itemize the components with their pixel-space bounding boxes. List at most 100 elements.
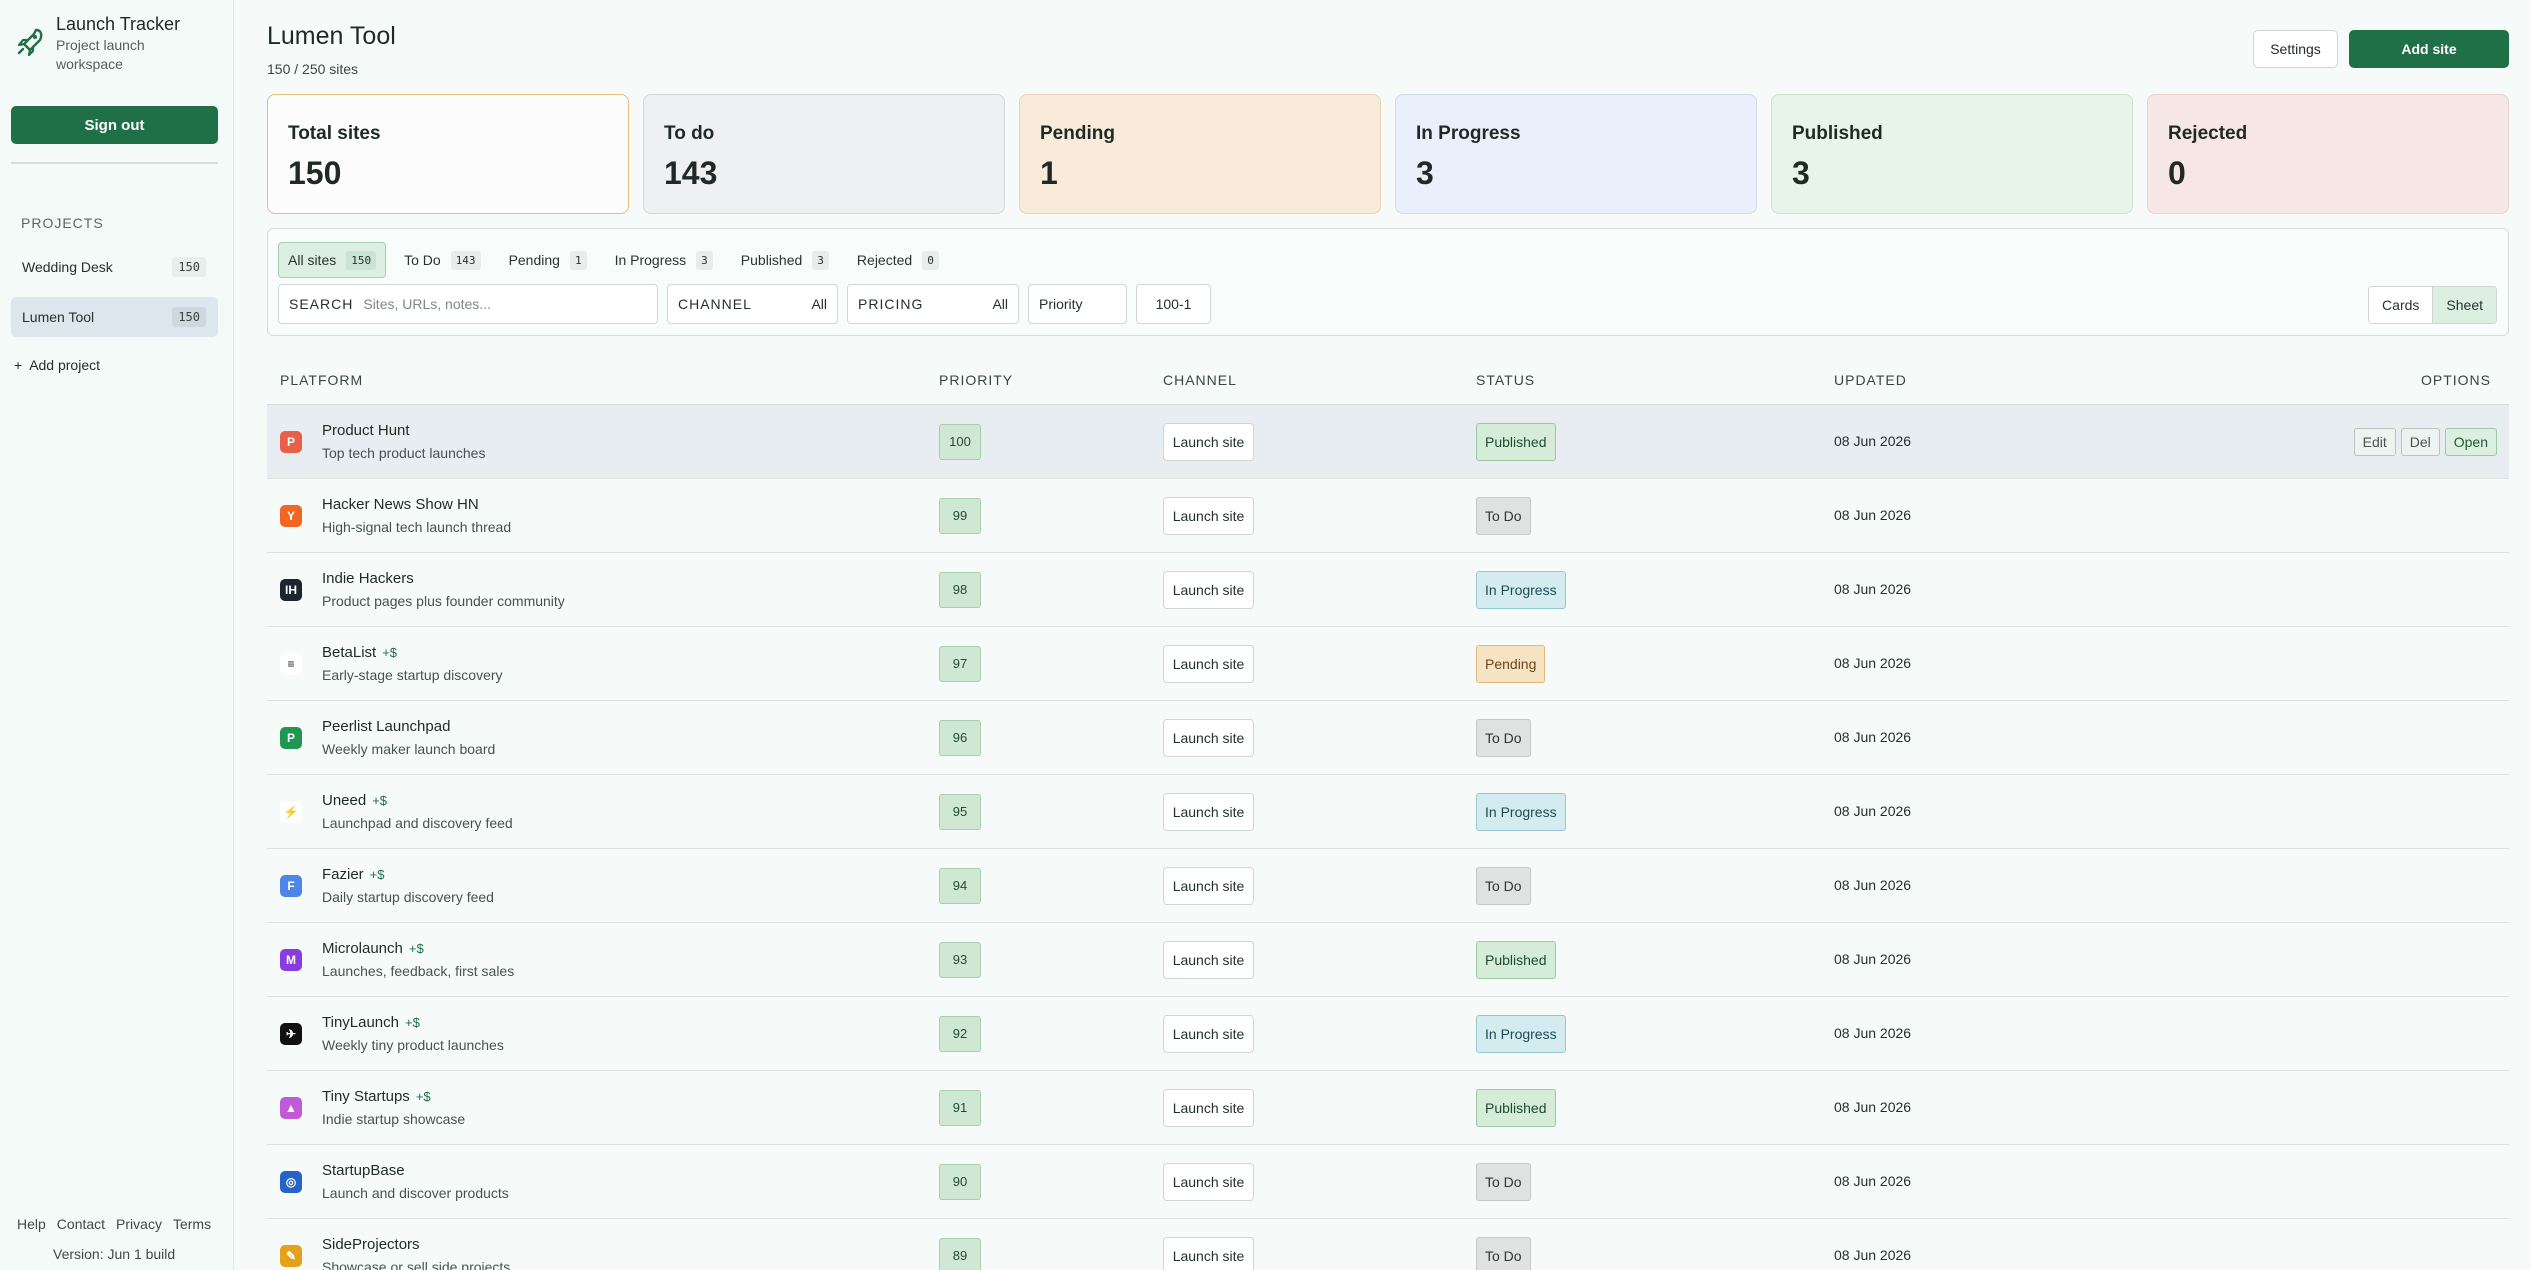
updated-date: 08 Jun 2026 xyxy=(1834,803,1912,819)
cards-view-button[interactable]: Cards xyxy=(2369,287,2433,323)
status-badge[interactable]: Published xyxy=(1476,940,1556,979)
tab-pending[interactable]: Pending 1 xyxy=(499,242,597,278)
contact-link[interactable]: Contact xyxy=(57,1216,105,1232)
channel-button[interactable]: Launch site xyxy=(1163,1088,1254,1127)
priority-label: Priority xyxy=(1039,296,1083,312)
col-header-updated[interactable]: UPDATED xyxy=(1834,372,2314,388)
product-hunt-icon: P xyxy=(280,430,302,453)
status-badge[interactable]: In Progress xyxy=(1476,570,1566,609)
add-project-button[interactable]: + Add project xyxy=(14,357,100,373)
edit-button[interactable]: Edit xyxy=(2353,427,2396,456)
search-label: SEARCH xyxy=(289,296,354,312)
platform-info: Microlaunch +$ Launches, feedback, first s… xyxy=(322,940,514,979)
table-row[interactable]: P Peerlist Launchpad Weekly maker launch b… xyxy=(267,701,2509,775)
updated-date: 08 Jun 2026 xyxy=(1834,581,1912,597)
status-badge[interactable]: In Progress xyxy=(1476,1014,1566,1053)
plus-icon: + xyxy=(14,357,23,373)
table-row[interactable]: F Fazier +$ Daily startup discovery feed 94 L… xyxy=(267,849,2509,923)
terms-link[interactable]: Terms xyxy=(173,1216,211,1232)
channel-button[interactable]: Launch site xyxy=(1163,1236,1254,1270)
sideprojectors-icon: ✎ xyxy=(280,1244,302,1267)
footer-links: Help Contact Privacy Terms xyxy=(17,1216,211,1232)
sheet-view-button[interactable]: Sheet xyxy=(2432,287,2496,323)
sidebar-project-wedding-desk[interactable]: Wedding Desk 150 xyxy=(11,247,218,287)
status-badge[interactable]: Published xyxy=(1476,422,1556,461)
status-badge[interactable]: To Do xyxy=(1476,1236,1531,1270)
channel-button[interactable]: Launch site xyxy=(1163,496,1254,535)
priority-sort-select[interactable]: Priority xyxy=(1028,284,1127,324)
rocket-logo-icon xyxy=(17,28,43,57)
col-header-platform[interactable]: PLATFORM xyxy=(267,372,939,388)
channel-select[interactable]: CHANNEL All xyxy=(667,284,838,324)
platform-name-text: Tiny Startups xyxy=(322,1088,410,1105)
channel-button[interactable]: Launch site xyxy=(1163,866,1254,905)
channel-button[interactable]: Launch site xyxy=(1163,792,1254,831)
platform-name-text: BetaList xyxy=(322,644,377,661)
table-row[interactable]: ◎ StartupBase Launch and discover products… xyxy=(267,1145,2509,1219)
search-input[interactable]: SEARCH Sites, URLs, notes... xyxy=(278,284,658,324)
platform-name: StartupBase xyxy=(322,1162,509,1179)
paid-badge: +$ xyxy=(369,867,385,882)
priority-badge: 92 xyxy=(939,1015,981,1052)
platform-name: Tiny Startups +$ xyxy=(322,1088,465,1105)
pricing-value: All xyxy=(992,296,1008,312)
platform-description: Launches, feedback, first sales xyxy=(322,963,515,979)
settings-button[interactable]: Settings xyxy=(2253,30,2338,68)
channel-cell: Launch site xyxy=(1163,644,1476,683)
table-row[interactable]: ≡ BetaList +$ Early-stage startup discovery… xyxy=(267,627,2509,701)
sidebar-project-lumen-tool[interactable]: Lumen Tool 150 xyxy=(11,297,218,337)
channel-button[interactable]: Launch site xyxy=(1163,422,1254,461)
sign-out-button[interactable]: Sign out xyxy=(11,106,218,144)
tab-label: Published xyxy=(740,252,803,268)
table-row[interactable]: M Microlaunch +$ Launches, feedback, first … xyxy=(267,923,2509,997)
status-badge[interactable]: Published xyxy=(1476,1088,1556,1127)
open-button[interactable]: Open xyxy=(2444,427,2497,456)
channel-button[interactable]: Launch site xyxy=(1163,1162,1254,1201)
priority-range-select[interactable]: 100-1 xyxy=(1136,284,1211,324)
pricing-select[interactable]: PRICING All xyxy=(847,284,1019,324)
status-cell: To Do xyxy=(1476,496,1834,535)
col-header-priority[interactable]: PRIORITY xyxy=(939,372,1163,388)
updated-cell: 08 Jun 2026 xyxy=(1834,655,2314,672)
channel-button[interactable]: Launch site xyxy=(1163,940,1254,979)
channel-button[interactable]: Launch site xyxy=(1163,644,1254,683)
privacy-link[interactable]: Privacy xyxy=(116,1216,162,1232)
add-site-button[interactable]: Add site xyxy=(2349,30,2509,68)
status-badge[interactable]: To Do xyxy=(1476,1162,1531,1201)
channel-button[interactable]: Launch site xyxy=(1163,718,1254,757)
tab-rejected[interactable]: Rejected 0 xyxy=(847,242,949,278)
table-row[interactable]: P Product Hunt Top tech product launches 10… xyxy=(267,405,2509,479)
status-badge[interactable]: To Do xyxy=(1476,496,1531,535)
platform-name-text: StartupBase xyxy=(322,1162,405,1179)
status-badge[interactable]: To Do xyxy=(1476,718,1531,757)
platform-description: Top tech product launches xyxy=(322,445,486,461)
status-badge[interactable]: In Progress xyxy=(1476,792,1566,831)
tab-label: In Progress xyxy=(614,252,687,268)
table-row[interactable]: IH Indie Hackers Product pages plus founde… xyxy=(267,553,2509,627)
table-row[interactable]: ▲ Tiny Startups +$ Indie startup showcase 91… xyxy=(267,1071,2509,1145)
platform-info: Indie Hackers Product pages plus founder … xyxy=(322,570,565,609)
status-badge[interactable]: To Do xyxy=(1476,866,1531,905)
table-row[interactable]: ✈ TinyLaunch +$ Weekly tiny product launche… xyxy=(267,997,2509,1071)
status-badge[interactable]: Pending xyxy=(1476,644,1546,683)
tab-published[interactable]: Published 3 xyxy=(731,242,839,278)
platform-name: TinyLaunch +$ xyxy=(322,1014,504,1031)
tab-to-do[interactable]: To Do 143 xyxy=(394,242,490,278)
col-header-status[interactable]: STATUS xyxy=(1476,372,1834,388)
stat-label: In Progress xyxy=(1416,123,1521,144)
indie-hackers-icon: IH xyxy=(280,578,302,601)
platform-cell: ≡ BetaList +$ Early-stage startup discovery xyxy=(267,644,939,683)
channel-button[interactable]: Launch site xyxy=(1163,570,1254,609)
platform-name-text: Peerlist Launchpad xyxy=(322,718,451,735)
table-row[interactable]: ✎ SideProjectors Showcase or sell side pro… xyxy=(267,1219,2509,1270)
help-link[interactable]: Help xyxy=(17,1216,46,1232)
platform-name-text: Product Hunt xyxy=(322,422,410,439)
tab-all-sites[interactable]: All sites 150 xyxy=(278,242,387,278)
channel-button[interactable]: Launch site xyxy=(1163,1014,1254,1053)
table-row[interactable]: ⚡ Uneed +$ Launchpad and discovery feed 95 La… xyxy=(267,775,2509,849)
tab-in-progress[interactable]: In Progress 3 xyxy=(605,242,723,278)
channel-value: All xyxy=(811,296,827,312)
delete-button[interactable]: Del xyxy=(2400,427,2440,456)
table-row[interactable]: Y Hacker News Show HN High-signal tech lau… xyxy=(267,479,2509,553)
col-header-channel[interactable]: CHANNEL xyxy=(1163,372,1476,388)
